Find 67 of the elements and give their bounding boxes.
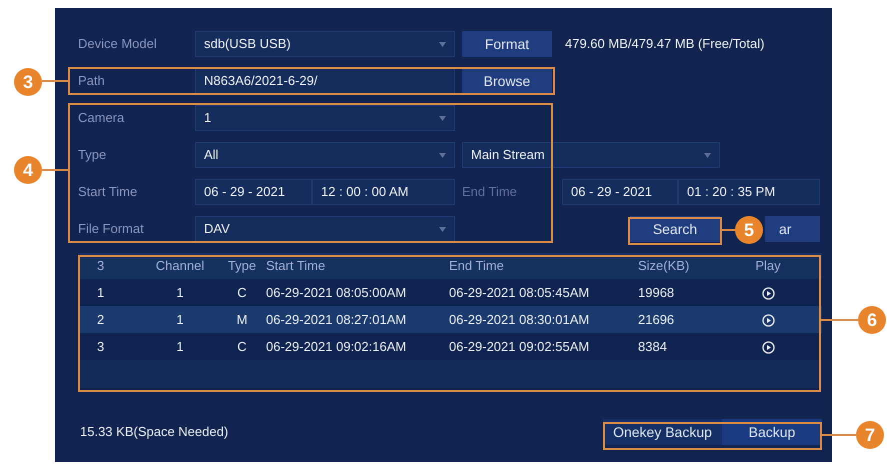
caret-icon [439, 152, 446, 158]
path-field[interactable]: N863A6/2021-6-29/ [195, 68, 455, 94]
field-label: Start Time [78, 183, 138, 202]
space-needed-text: 15.33 KB(Space Needed) [80, 423, 228, 442]
leader-line [821, 319, 858, 321]
format-button[interactable]: Format [462, 31, 552, 57]
leader-line [42, 169, 68, 171]
clear-button[interactable]: ar [765, 216, 820, 242]
table-cell-text: 1 [96, 284, 106, 302]
column-header: Channel [154, 257, 206, 276]
camera-dropdown[interactable]: 1 [195, 105, 455, 131]
stream-dropdown[interactable]: Main Stream [462, 142, 720, 168]
field-label: End Time [462, 183, 518, 202]
column-header: Type [226, 257, 258, 276]
callout-number: 4 [14, 156, 42, 184]
table-cell-text: 06-29-2021 08:05:45AM [449, 284, 590, 302]
onekey-backup-button[interactable]: Onekey Backup [603, 419, 722, 445]
table-cell-text: 3 [96, 338, 106, 356]
table-cell-text: 06-29-2021 08:05:00AM [265, 284, 408, 302]
play-icon[interactable] [762, 340, 774, 354]
table-cell-text: 1 [175, 284, 185, 302]
caret-icon [439, 42, 446, 46]
date-field[interactable]: 06 - 29 - 2021 [562, 179, 678, 205]
column-header: 3 [96, 257, 106, 276]
storage-text: 479.60 MB/479.47 MB (Free/Total) [565, 35, 764, 54]
table-cell-text: 06-29-2021 09:02:55AM [449, 338, 590, 356]
leader-line [42, 80, 68, 82]
browse-button[interactable]: Browse [462, 68, 552, 94]
table-cell-text: 1 [175, 310, 185, 329]
field-label: Camera [78, 109, 126, 128]
field-label: Type [78, 146, 108, 164]
callout-number: 7 [856, 421, 884, 449]
table-cell-text: 8384 [637, 338, 668, 356]
time-field[interactable]: 12 : 00 : 00 AM [312, 179, 455, 205]
format-dropdown[interactable]: DAV [195, 216, 455, 242]
table-cell-text: M [236, 310, 248, 329]
device-dropdown[interactable]: sdb(USB USB) [195, 31, 455, 57]
field-label: Path [78, 72, 106, 90]
table-cell-text: C [236, 338, 248, 356]
leader-line [722, 229, 736, 231]
column-header: End Time [449, 257, 505, 276]
column-header: Start Time [265, 257, 326, 276]
caret-icon [439, 226, 446, 232]
caret-icon [439, 116, 446, 120]
table-cell-text: 06-29-2021 08:27:01AM [265, 310, 408, 329]
column-header: Play [754, 257, 782, 276]
search-button[interactable]: Search [630, 216, 720, 242]
time-field[interactable]: 01 : 20 : 35 PM [678, 179, 820, 205]
type-dropdown[interactable]: All [195, 142, 455, 168]
field-label: File Format [78, 220, 145, 238]
table-cell-text: 21696 [637, 310, 676, 329]
callout-number: 6 [858, 306, 886, 334]
field-label: Device Model [78, 35, 158, 54]
date-field[interactable]: 06 - 29 - 2021 [195, 179, 312, 205]
table-cell-text: C [236, 284, 248, 302]
table-cell-text: 2 [96, 310, 106, 329]
table-cell-text: 06-29-2021 09:02:16AM [265, 338, 408, 356]
column-header: Size(KB) [637, 257, 690, 276]
table-cell-text: 1 [175, 338, 185, 356]
caret-icon [704, 152, 711, 158]
play-icon[interactable] [762, 314, 774, 327]
table-cell-text: 06-29-2021 08:30:01AM [449, 310, 590, 329]
backup-button[interactable]: Backup [722, 419, 822, 445]
leader-line [822, 434, 856, 436]
callout-number: 3 [14, 68, 42, 96]
play-icon[interactable] [762, 286, 774, 300]
table-cell-text: 19968 [637, 284, 676, 302]
